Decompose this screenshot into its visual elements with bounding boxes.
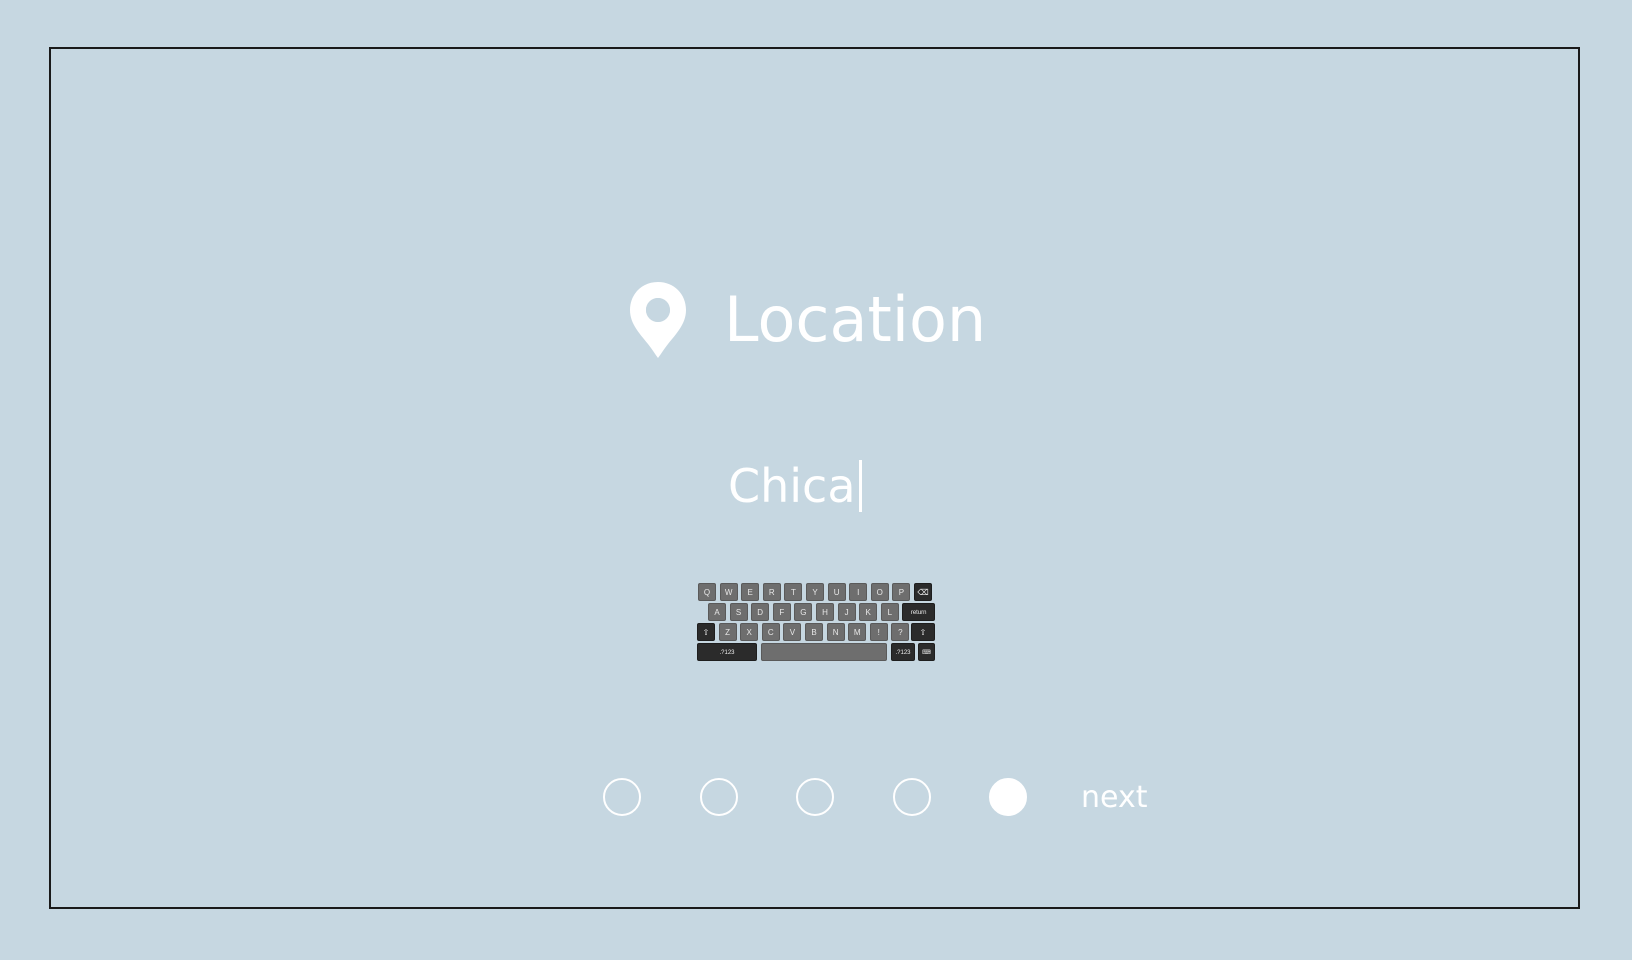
location-input-value: Chica bbox=[728, 459, 856, 513]
key-g[interactable]: G bbox=[794, 603, 813, 621]
key-a[interactable]: A bbox=[708, 603, 726, 621]
key-return[interactable]: return bbox=[902, 603, 935, 621]
step-dot[interactable] bbox=[989, 778, 1027, 816]
key-[interactable]: ? bbox=[891, 623, 910, 641]
on-screen-keyboard: Q W E R T Y U I O P ⌫ A S D F G H J K Lreturn ⇧ Z X C V B N M!? ⇧ .?1… bbox=[697, 583, 935, 663]
key-h[interactable]: H bbox=[816, 603, 834, 621]
key-v[interactable]: V bbox=[783, 623, 802, 641]
key-b[interactable]: B bbox=[805, 623, 823, 641]
next-button[interactable]: next bbox=[1081, 776, 1147, 820]
key-n[interactable]: N bbox=[826, 623, 845, 641]
key-[interactable]: ⇧ bbox=[911, 623, 935, 641]
key-numbers[interactable]: .?123 bbox=[697, 643, 757, 661]
key-s[interactable]: S bbox=[729, 603, 748, 621]
key-p[interactable]: P bbox=[892, 583, 911, 601]
location-header: Location bbox=[628, 280, 986, 360]
key-e[interactable]: E bbox=[741, 583, 760, 601]
key-numbers[interactable]: .?123 bbox=[891, 643, 915, 661]
key-w[interactable]: W bbox=[719, 583, 738, 601]
key-d[interactable]: D bbox=[751, 603, 770, 621]
key-q[interactable]: Q bbox=[698, 583, 716, 601]
key-u[interactable]: U bbox=[827, 583, 846, 601]
key-f[interactable]: F bbox=[772, 603, 791, 621]
key-[interactable]: ! bbox=[869, 623, 888, 641]
step-dot[interactable] bbox=[796, 778, 834, 816]
key-o[interactable]: O bbox=[870, 583, 889, 601]
map-pin-icon bbox=[630, 282, 686, 358]
location-input[interactable]: Chica bbox=[728, 454, 862, 518]
key-hide-keyboard[interactable]: ⌨ bbox=[918, 643, 935, 661]
step-dot[interactable] bbox=[699, 778, 738, 816]
key-j[interactable]: J bbox=[837, 603, 856, 621]
key-z[interactable]: Z bbox=[718, 623, 737, 641]
keyboard-row: .?123 .?123 ⌨ bbox=[697, 643, 935, 661]
key-m[interactable]: M bbox=[848, 623, 867, 641]
key-[interactable]: ⌫ bbox=[914, 583, 932, 601]
keyboard-row: ⇧ Z X C V B N M!? ⇧ bbox=[697, 623, 935, 641]
step-dot[interactable] bbox=[603, 778, 641, 816]
key-c[interactable]: C bbox=[761, 623, 780, 641]
keyboard-row: A S D F G H J K Lreturn bbox=[697, 603, 935, 621]
key-y[interactable]: Y bbox=[806, 583, 824, 601]
key-k[interactable]: K bbox=[859, 603, 878, 621]
text-caret bbox=[858, 460, 862, 512]
keyboard-row: Q W E R T Y U I O P ⌫ bbox=[697, 583, 935, 601]
key-r[interactable]: R bbox=[762, 583, 781, 601]
key-i[interactable]: I bbox=[849, 583, 868, 601]
page-title: Location bbox=[724, 283, 987, 356]
key-l[interactable]: L bbox=[880, 603, 899, 621]
key-[interactable]: ⇧ bbox=[697, 623, 715, 641]
key-space[interactable] bbox=[761, 643, 887, 661]
key-x[interactable]: X bbox=[740, 623, 759, 641]
key-t[interactable]: T bbox=[784, 583, 803, 601]
step-dot[interactable] bbox=[892, 778, 931, 816]
